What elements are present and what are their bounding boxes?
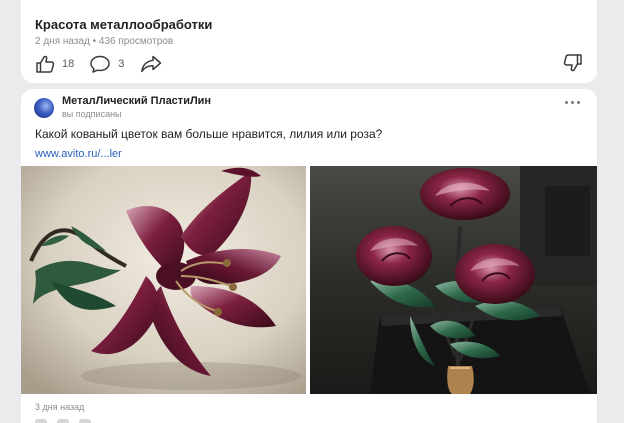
comment-count: 3	[118, 58, 125, 70]
like-button[interactable]: 18	[35, 55, 74, 73]
like-count: 18	[62, 58, 75, 70]
dislike-button[interactable]	[563, 54, 583, 77]
subscription-status: вы подписаны	[62, 109, 122, 119]
post-link[interactable]: www.avito.ru/...ler	[35, 148, 122, 160]
post-date: 3 дня назад	[35, 402, 85, 412]
previous-post-actions: 18 3	[35, 53, 162, 75]
post-card: МеталЛический ПластиЛин вы подписаны Как…	[21, 89, 597, 423]
post-header: МеталЛический ПластиЛин вы подписаны	[34, 96, 584, 119]
forged-roses-photo[interactable]	[310, 166, 597, 394]
share-button[interactable]	[140, 55, 162, 73]
comment-button[interactable]: 3	[89, 55, 124, 73]
more-dots-icon[interactable]	[565, 101, 580, 104]
previous-post-title[interactable]: Красота металлообработки	[35, 17, 212, 32]
channel-name[interactable]: МеталЛический ПластиЛин	[62, 96, 211, 106]
channel-avatar[interactable]	[34, 98, 54, 118]
comment-bubble-icon	[90, 55, 110, 73]
previous-post-card: Красота металлообработки 2 дня назад • 4…	[21, 0, 597, 83]
post-actions-partial	[35, 419, 91, 423]
forged-lily-photo[interactable]	[21, 166, 306, 394]
post-text: Какой кованый цветок вам больше нравится…	[35, 127, 383, 141]
thumbs-down-icon	[563, 54, 582, 72]
share-arrow-icon	[141, 55, 162, 73]
thumbs-up-icon	[36, 55, 55, 73]
previous-post-meta: 2 дня назад • 436 просмотров	[35, 36, 174, 47]
